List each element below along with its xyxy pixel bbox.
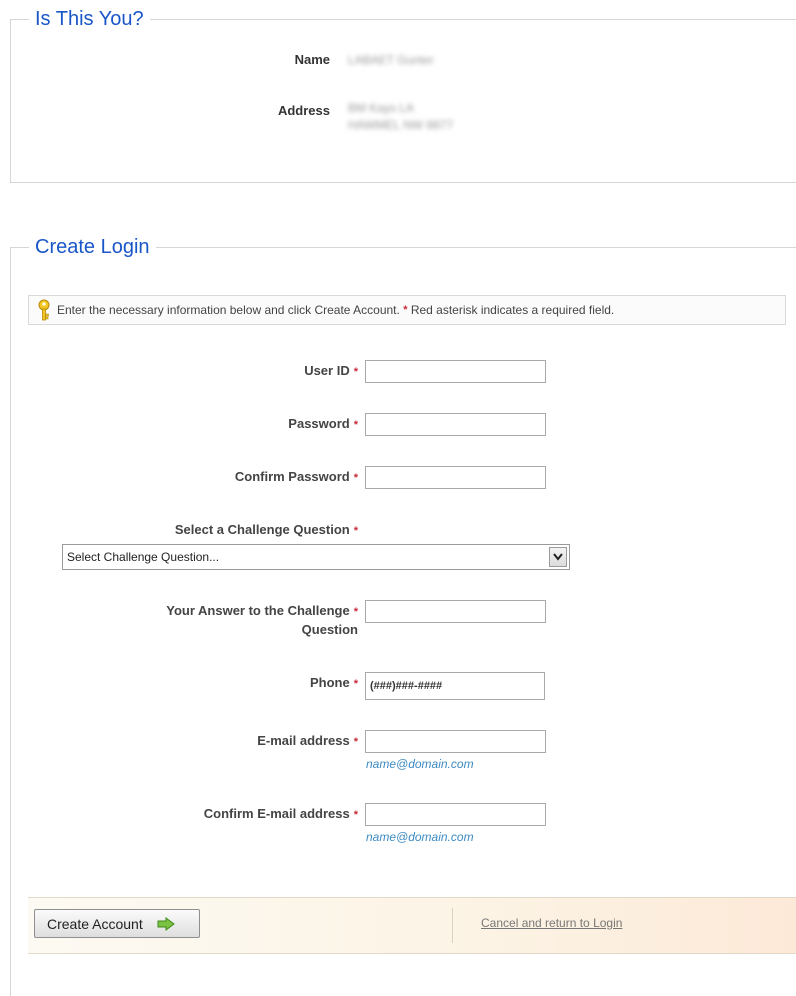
cancel-link[interactable]: Cancel and return to Login <box>481 916 622 930</box>
create-login-page: Is This You? Name LABAET Gunter Address … <box>0 0 796 996</box>
challenge-question-selected: Select Challenge Question... <box>67 550 220 564</box>
email-label: E-mail address * <box>257 733 358 748</box>
name-label: Name <box>294 52 330 67</box>
required-marker: * <box>403 304 408 316</box>
challenge-answer-label: Your Answer to the Challenge * Question <box>166 603 358 637</box>
phone-input[interactable] <box>365 672 545 700</box>
key-icon <box>38 299 50 321</box>
dropdown-button[interactable] <box>549 547 567 567</box>
password-input[interactable] <box>365 413 546 436</box>
confirm-email-input[interactable] <box>365 803 546 826</box>
user-id-input[interactable] <box>365 360 546 383</box>
form-actions-bar: Create Account Cancel and return to Logi… <box>28 897 796 954</box>
address-line1: BM Kays LA <box>348 101 415 115</box>
create-account-button[interactable]: Create Account <box>34 909 200 938</box>
email-hint: name@domain.com <box>366 757 474 771</box>
address-label: Address <box>277 103 330 118</box>
address-line2: HAWMEL NW 8877 <box>348 118 454 132</box>
password-label: Password * <box>288 416 358 431</box>
create-login-legend: Create Login <box>29 235 156 259</box>
instruction-bar: Enter the necessary information below an… <box>28 295 786 325</box>
challenge-question-label: Select a Challenge Question * <box>174 522 358 537</box>
phone-label: Phone * <box>309 675 358 690</box>
challenge-question-select[interactable]: Select Challenge Question... <box>62 544 570 570</box>
required-note: Red asterisk indicates a required field. <box>410 303 615 317</box>
name-value: LABAET Gunter <box>348 53 434 67</box>
instruction-text: Enter the necessary information below an… <box>57 303 400 317</box>
arrow-right-icon <box>157 916 175 931</box>
chevron-down-icon <box>553 553 563 561</box>
email-input[interactable] <box>365 730 546 753</box>
confirm-password-label: Confirm Password * <box>234 469 358 484</box>
identity-legend: Is This You? <box>29 7 150 31</box>
user-id-label: User ID * <box>304 363 358 378</box>
confirm-email-hint: name@domain.com <box>366 830 474 844</box>
create-account-label: Create Account <box>47 915 143 932</box>
confirm-password-input[interactable] <box>365 466 546 489</box>
footer-divider <box>452 908 453 943</box>
confirm-email-label: Confirm E-mail address * <box>203 806 358 821</box>
challenge-answer-input[interactable] <box>365 600 546 623</box>
